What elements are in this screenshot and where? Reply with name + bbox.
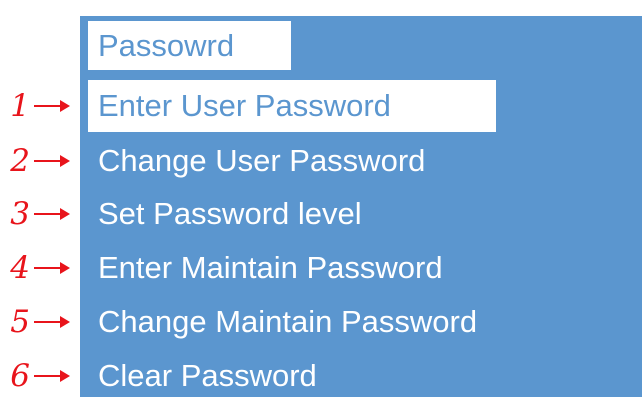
screen-title: Passowrd [98, 28, 235, 63]
menu-item-enter-user-password[interactable]: Enter User Password 1 [0, 80, 642, 132]
right-arrow-icon [34, 208, 70, 220]
menu-item-label: Change User Password [98, 143, 426, 178]
annotation-marker: 5 [4, 296, 80, 348]
annotation-number: 4 [10, 250, 30, 286]
annotation-marker: 3 [4, 188, 80, 240]
menu-item-label: Clear Password [98, 358, 317, 393]
annotation-number: 6 [10, 358, 30, 394]
right-arrow-icon [34, 262, 70, 274]
right-arrow-icon [34, 155, 70, 167]
right-arrow-icon [34, 316, 70, 328]
menu-item-label: Set Password level [98, 196, 362, 231]
menu-item-set-password-level[interactable]: Set Password level 3 [0, 188, 642, 240]
menu-item-label: Change Maintain Password [98, 304, 478, 339]
menu-item-label: Enter User Password [98, 88, 391, 123]
right-arrow-icon [34, 370, 70, 382]
annotation-number: 2 [10, 143, 30, 179]
annotation-number: 5 [10, 304, 30, 340]
annotation-marker: 2 [4, 135, 80, 187]
menu-item-clear-password[interactable]: Clear Password 6 [0, 350, 642, 397]
annotation-number: 3 [10, 196, 30, 232]
annotation-marker: 1 [4, 80, 80, 132]
right-arrow-icon [34, 100, 70, 112]
menu-item-change-maintain-password[interactable]: Change Maintain Password 5 [0, 296, 642, 348]
menu-item-change-user-password[interactable]: Change User Password 2 [0, 135, 642, 187]
menu-item-enter-maintain-password[interactable]: Enter Maintain Password 4 [0, 242, 642, 294]
annotation-number: 1 [10, 88, 30, 124]
annotation-marker: 6 [4, 350, 80, 397]
menu-item-label: Enter Maintain Password [98, 250, 443, 285]
password-screen: Passowrd Enter User Password 1 Change Us… [0, 0, 642, 397]
annotation-marker: 4 [4, 242, 80, 294]
